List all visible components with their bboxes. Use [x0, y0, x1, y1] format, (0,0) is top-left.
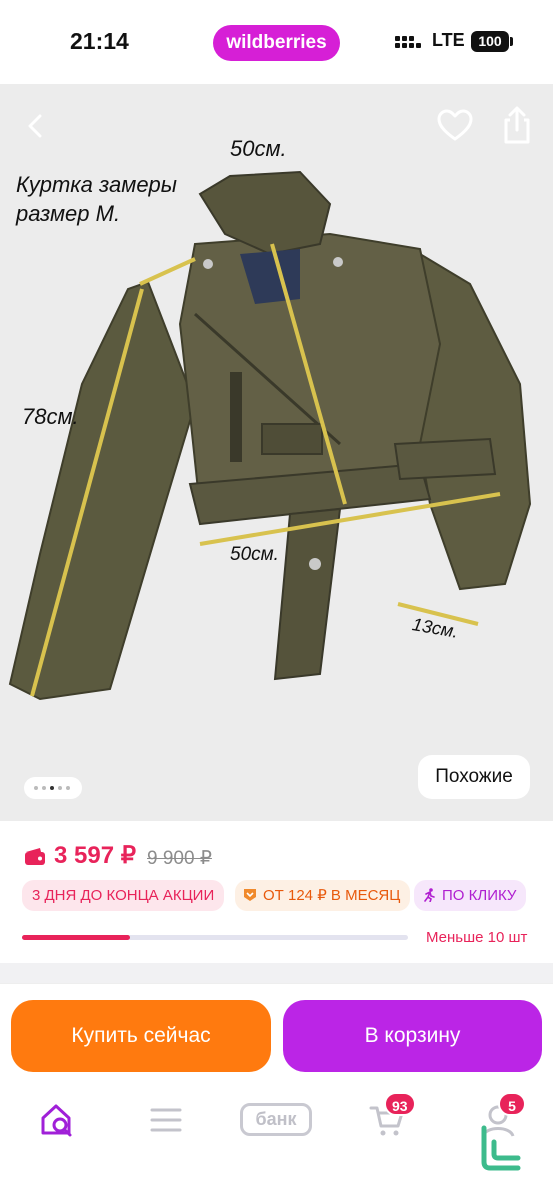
badge-label: ОТ 124 ₽ В МЕСЯЦ	[263, 887, 401, 904]
one-click-badge[interactable]: ПО КЛИКУ	[414, 880, 527, 911]
runner-icon	[424, 888, 435, 902]
menu-icon	[150, 1108, 182, 1132]
page-dot	[34, 786, 38, 790]
battery-icon: 100	[471, 31, 509, 52]
price-card: 3 597 ₽ 9 900 ₽ 3 ДНЯ ДО КОНЦА АКЦИИ ОТ …	[0, 821, 553, 963]
tab-cart[interactable]: 93	[368, 1092, 416, 1140]
promo-badge[interactable]: 3 ДНЯ ДО КОНЦА АКЦИИ	[22, 880, 225, 911]
overlay-logo-icon	[481, 1125, 521, 1171]
heart-icon	[437, 109, 473, 141]
status-bar: 21:14 wildberries LTE 100	[0, 0, 553, 84]
network-label: LTE	[432, 30, 465, 50]
tab-home[interactable]	[38, 1100, 78, 1140]
tab-bank[interactable]: банк	[240, 1103, 312, 1136]
measure-label: 50см.	[230, 544, 279, 565]
chevron-left-icon	[28, 114, 42, 138]
stock-progress	[22, 935, 408, 940]
current-price: 3 597 ₽	[54, 842, 136, 869]
stock-progress-fill	[22, 935, 131, 940]
installment-icon	[244, 889, 256, 901]
old-price: 9 900 ₽	[147, 848, 212, 869]
cart-count-badge: 93	[384, 1092, 416, 1116]
page-dot	[58, 786, 62, 790]
product-gallery[interactable]: Куртка замеры размер М. 50см. 78см. 50см…	[0, 84, 553, 821]
caption-line: размер М.	[16, 201, 121, 226]
signal-icon	[395, 36, 421, 50]
stock-label: Меньше 10 шт	[426, 929, 528, 946]
section-divider	[0, 963, 553, 983]
clock: 21:14	[70, 28, 129, 54]
installment-badge[interactable]: ОТ 124 ₽ В МЕСЯЦ	[235, 880, 411, 911]
caption-line: Куртка замеры	[16, 172, 177, 197]
back-button[interactable]	[18, 106, 54, 146]
bottom-actions: Купить сейчас В корзину банк 93 5	[0, 983, 553, 1200]
badge-label: 3 ДНЯ ДО КОНЦА АКЦИИ	[32, 887, 215, 904]
measure-label: 78см.	[22, 404, 79, 429]
similar-button[interactable]: Похожие	[418, 755, 530, 799]
share-icon	[504, 106, 530, 144]
brand-pill[interactable]: wildberries	[213, 25, 340, 61]
favorite-button[interactable]	[436, 108, 474, 144]
profile-count-badge: 5	[498, 1092, 526, 1116]
tab-catalog[interactable]	[148, 1100, 184, 1140]
page-dot-active	[50, 786, 54, 790]
battery-tip	[510, 37, 513, 46]
badge-label: ПО КЛИКУ	[442, 887, 517, 904]
page-dot	[66, 786, 70, 790]
measure-label: 50см.	[230, 136, 287, 161]
add-to-cart-button[interactable]: В корзину	[283, 1000, 542, 1072]
buy-now-button[interactable]: Купить сейчас	[11, 1000, 271, 1072]
wallet-icon	[25, 848, 45, 865]
home-search-icon	[41, 1104, 72, 1137]
page-dot	[42, 786, 46, 790]
gallery-pagination	[24, 777, 82, 799]
image-caption: Куртка замеры размер М.	[16, 170, 177, 228]
share-button[interactable]	[498, 104, 536, 146]
